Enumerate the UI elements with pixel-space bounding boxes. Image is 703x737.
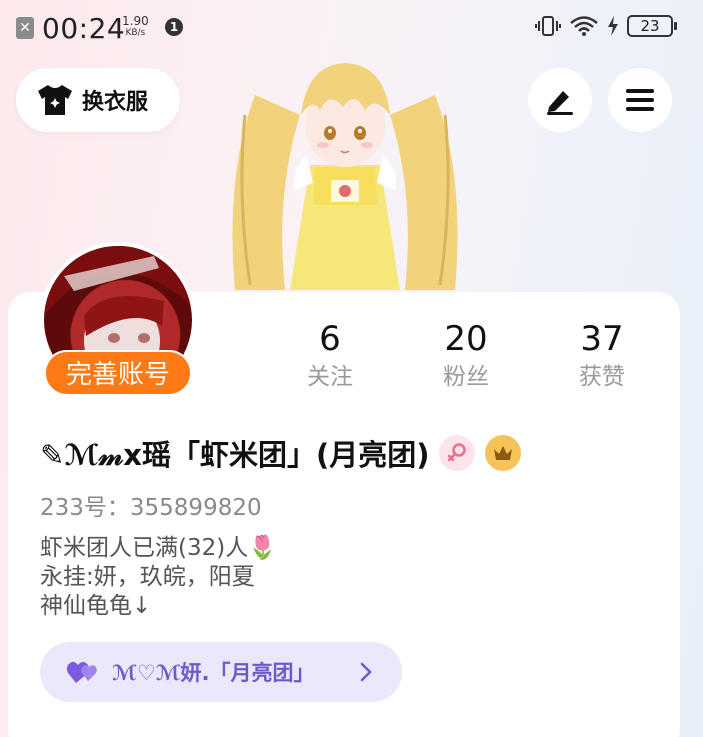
stat-likes-label: 获赞: [579, 364, 625, 390]
stat-following-value: 6: [319, 319, 341, 359]
character-avatar-3d: [232, 63, 458, 290]
crown-icon: [494, 446, 513, 460]
name-row: ✎ℳ𝓂x瑶「虾米团」(月亮团): [40, 432, 522, 474]
double-heart-icon: [66, 661, 97, 683]
hamburger-menu-icon: [626, 89, 654, 111]
vibrate-icon: [535, 16, 561, 36]
female-symbol-icon: [448, 443, 467, 462]
network-speed-unit: KB/s: [125, 28, 146, 38]
status-bar: ✕ 00:24 1.90 KB/s 1 23: [0, 0, 703, 56]
group-link-label: ℳ♡ℳ妍.「月亮团」: [112, 661, 315, 685]
chevron-right-icon: [360, 662, 372, 682]
stat-followers[interactable]: 20 粉丝: [398, 318, 534, 394]
notification-count-badge: 1: [165, 18, 183, 36]
battery-indicator: 23: [627, 15, 677, 37]
pen-icon: [547, 91, 573, 115]
stat-following[interactable]: 6 关注: [262, 318, 398, 394]
stat-likes-value: 37: [580, 319, 624, 359]
menu-button[interactable]: [608, 68, 672, 132]
network-speed: 1.90 KB/s: [122, 15, 149, 39]
female-gender-icon: [439, 435, 476, 471]
bio-line: 神仙龟龟↓: [40, 593, 152, 619]
profile-stats: 6 关注 20 粉丝 37 获赞: [262, 318, 672, 394]
complete-account-button[interactable]: 完善账号: [44, 350, 192, 396]
change-clothes-button[interactable]: 换衣服: [16, 68, 180, 132]
status-time: 00:24: [42, 12, 126, 45]
profile-name: ✎ℳ𝓂x瑶「虾米团」(月亮团): [40, 438, 430, 472]
stat-likes[interactable]: 37 获赞: [534, 318, 670, 394]
network-speed-value: 1.90: [122, 14, 149, 28]
close-box-icon: ✕: [16, 17, 34, 39]
user-id: 233号：355899820: [40, 495, 262, 521]
shirt-icon: [38, 85, 72, 115]
change-clothes-label: 换衣服: [82, 90, 149, 115]
stat-followers-label: 粉丝: [443, 364, 489, 390]
bio-line: 永挂:妍，玖皖，阳夏: [40, 564, 255, 590]
stat-followers-value: 20: [444, 319, 488, 359]
edit-profile-button[interactable]: [528, 68, 592, 132]
profile-bio: 虾米团人已满(32)人🌷 永挂:妍，玖皖，阳夏 神仙龟龟↓: [40, 534, 277, 621]
charging-icon: [608, 16, 618, 36]
stat-following-label: 关注: [307, 364, 353, 390]
status-icons: 23: [535, 14, 677, 38]
wifi-icon: [570, 16, 598, 36]
crown-badge-icon[interactable]: [485, 435, 522, 471]
group-link-button[interactable]: ℳ♡ℳ妍.「月亮团」: [40, 642, 402, 702]
bio-line: 虾米团人已满(32)人🌷: [40, 535, 277, 561]
